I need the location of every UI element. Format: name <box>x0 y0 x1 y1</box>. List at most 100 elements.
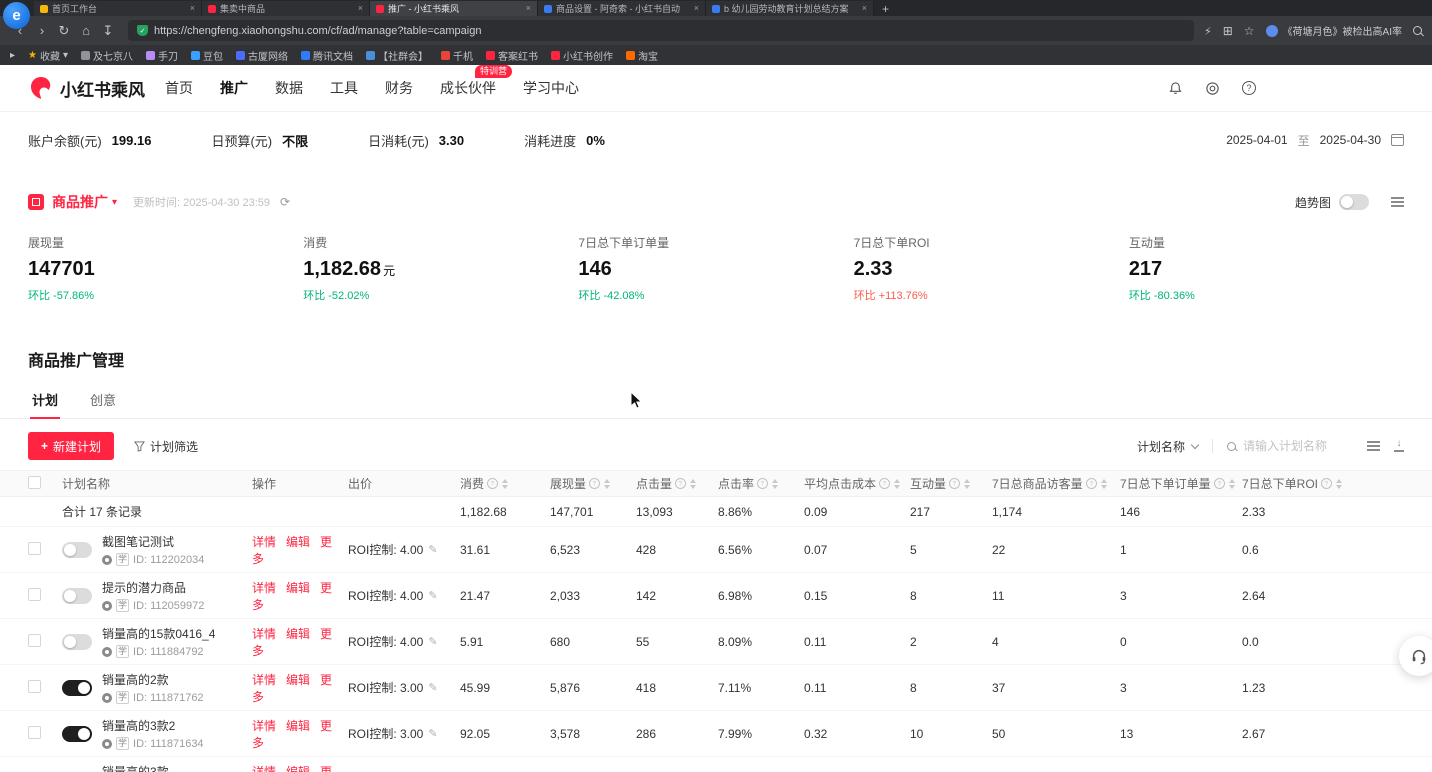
bookmark-item[interactable]: 腾讯文档 <box>301 48 353 63</box>
name-filter-select[interactable]: 计划名称 <box>1137 438 1198 455</box>
new-tab-button[interactable]: + <box>882 2 889 16</box>
bookmark-item[interactable]: 及七京八 <box>81 48 133 63</box>
bookmark-item[interactable]: 小红书创作 <box>551 48 613 63</box>
campaign-name[interactable]: 截图笔记测试 <box>102 533 204 550</box>
bookmark-item[interactable]: 千机 <box>441 48 473 63</box>
edit-link[interactable]: 编辑 <box>286 673 310 687</box>
edit-link[interactable]: 编辑 <box>286 719 310 733</box>
bookmark-folder[interactable]: 收藏 <box>28 48 68 63</box>
column-header-engagement[interactable]: 互动量 <box>910 475 992 492</box>
campaign-toggle[interactable] <box>62 680 92 696</box>
row-checkbox[interactable] <box>28 634 41 647</box>
sort-icon[interactable] <box>690 479 696 489</box>
edit-link[interactable]: 编辑 <box>286 581 310 595</box>
edit-bid-icon[interactable] <box>428 589 437 602</box>
column-header-ctr[interactable]: 点击率 <box>718 475 804 492</box>
tab-close-icon[interactable] <box>526 4 531 13</box>
edit-link[interactable]: 编辑 <box>286 535 310 549</box>
campaign-name[interactable]: 销量高的3款 <box>102 763 204 772</box>
nav-item-partner[interactable]: 成长伙伴特训营 <box>440 78 496 98</box>
bookmark-item[interactable]: 手刀 <box>146 48 178 63</box>
date-range-picker[interactable]: 2025-04-01 至 2025-04-30 <box>1226 132 1404 149</box>
list-settings-icon[interactable] <box>1391 197 1404 207</box>
column-header-impressions[interactable]: 展现量 <box>550 475 636 492</box>
rewards-icon[interactable] <box>1205 81 1220 96</box>
search-icon[interactable] <box>1227 442 1236 451</box>
row-checkbox[interactable] <box>28 680 41 693</box>
nav-item-finance[interactable]: 财务 <box>385 78 413 98</box>
campaign-toggle[interactable] <box>62 588 92 604</box>
downloads-icon[interactable] <box>98 21 118 41</box>
date-end[interactable]: 2025-04-30 <box>1320 133 1381 147</box>
sort-icon[interactable] <box>894 479 900 489</box>
detail-link[interactable]: 详情 <box>252 535 276 549</box>
browser-tab[interactable]: 推广 - 小红书乘风 <box>370 1 538 16</box>
detail-link[interactable]: 详情 <box>252 581 276 595</box>
plan-search-input[interactable] <box>1243 439 1353 453</box>
edit-bid-icon[interactable] <box>428 727 437 740</box>
tab-close-icon[interactable] <box>190 4 195 13</box>
tab-close-icon[interactable] <box>694 4 699 13</box>
edit-link[interactable]: 编辑 <box>286 627 310 641</box>
apps-grid-icon[interactable] <box>1223 24 1233 38</box>
bell-icon[interactable] <box>1168 81 1183 96</box>
sort-icon[interactable] <box>772 479 778 489</box>
edit-bid-icon[interactable] <box>428 635 437 648</box>
date-start[interactable]: 2025-04-01 <box>1226 133 1287 147</box>
calendar-icon[interactable] <box>1391 134 1404 146</box>
detail-link[interactable]: 详情 <box>252 765 276 772</box>
caret-down-icon[interactable] <box>112 197 117 208</box>
campaign-name[interactable]: 提示的潜力商品 <box>102 579 204 596</box>
bookmarks-overflow-icon[interactable] <box>10 50 15 61</box>
campaign-name[interactable]: 销量高的15款0416_4 <box>102 625 215 642</box>
sort-icon[interactable] <box>502 479 508 489</box>
select-all-checkbox[interactable] <box>28 476 41 489</box>
bookmark-item[interactable]: 淘宝 <box>626 48 658 63</box>
new-plan-button[interactable]: 新建计划 <box>28 432 114 460</box>
browser-tab[interactable]: 商品设置 - 阿奇索 - 小红书自动 <box>538 1 706 16</box>
column-header-cpc[interactable]: 平均点击成本 <box>804 475 910 492</box>
column-settings-icon[interactable] <box>1367 441 1380 451</box>
nav-item-learning[interactable]: 学习中心 <box>523 78 579 98</box>
browser-tab[interactable]: 首页工作台 <box>34 1 202 16</box>
refresh-icon[interactable] <box>280 195 290 209</box>
download-icon[interactable] <box>1394 440 1404 452</box>
campaign-name[interactable]: 销量高的3款2 <box>102 717 204 734</box>
bookmark-star-icon[interactable] <box>1244 24 1255 38</box>
ai-detect-note[interactable]: 《荷塘月色》被检出高AI率 <box>1266 23 1402 38</box>
forward-icon[interactable] <box>32 21 52 41</box>
home-icon[interactable] <box>76 21 96 41</box>
row-checkbox[interactable] <box>28 726 41 739</box>
sort-icon[interactable] <box>1101 479 1107 489</box>
row-checkbox[interactable] <box>28 588 41 601</box>
campaign-toggle[interactable] <box>62 542 92 558</box>
tab-creative[interactable]: 创意 <box>88 383 118 418</box>
edit-bid-icon[interactable] <box>428 543 437 556</box>
extension-bolt-icon[interactable] <box>1204 24 1212 38</box>
sort-icon[interactable] <box>604 479 610 489</box>
customer-service-button[interactable] <box>1399 636 1432 676</box>
edit-bid-icon[interactable] <box>428 681 437 694</box>
campaign-toggle[interactable] <box>62 726 92 742</box>
column-header-roi-7d[interactable]: 7日总下单ROI <box>1242 475 1404 492</box>
browser-tab[interactable]: 集卖中商品 <box>202 1 370 16</box>
help-icon[interactable] <box>1242 81 1256 95</box>
browser-logo[interactable]: e <box>3 2 30 29</box>
column-header-consume[interactable]: 消费 <box>460 475 550 492</box>
column-header-orders-7d[interactable]: 7日总下单订单量 <box>1120 475 1242 492</box>
nav-item-tools[interactable]: 工具 <box>330 78 358 98</box>
plan-filter-button[interactable]: 计划筛选 <box>134 438 198 455</box>
browser-tab[interactable]: b 幼儿园劳动教育计划总结方案 <box>706 1 874 16</box>
sort-icon[interactable] <box>1229 479 1235 489</box>
detail-link[interactable]: 详情 <box>252 627 276 641</box>
reload-icon[interactable] <box>54 21 74 41</box>
row-checkbox[interactable] <box>28 542 41 555</box>
bookmark-item[interactable]: 【社群会】 <box>366 48 428 63</box>
campaign-name[interactable]: 销量高的2款 <box>102 671 204 688</box>
url-box[interactable]: https://chengfeng.xiaohongshu.com/cf/ad/… <box>128 20 1194 41</box>
bookmark-item[interactable]: 古厦网络 <box>236 48 288 63</box>
sort-icon[interactable] <box>1336 479 1342 489</box>
browser-search-icon[interactable] <box>1413 26 1422 35</box>
tab-plan[interactable]: 计划 <box>30 383 60 418</box>
trend-toggle[interactable] <box>1339 194 1369 210</box>
